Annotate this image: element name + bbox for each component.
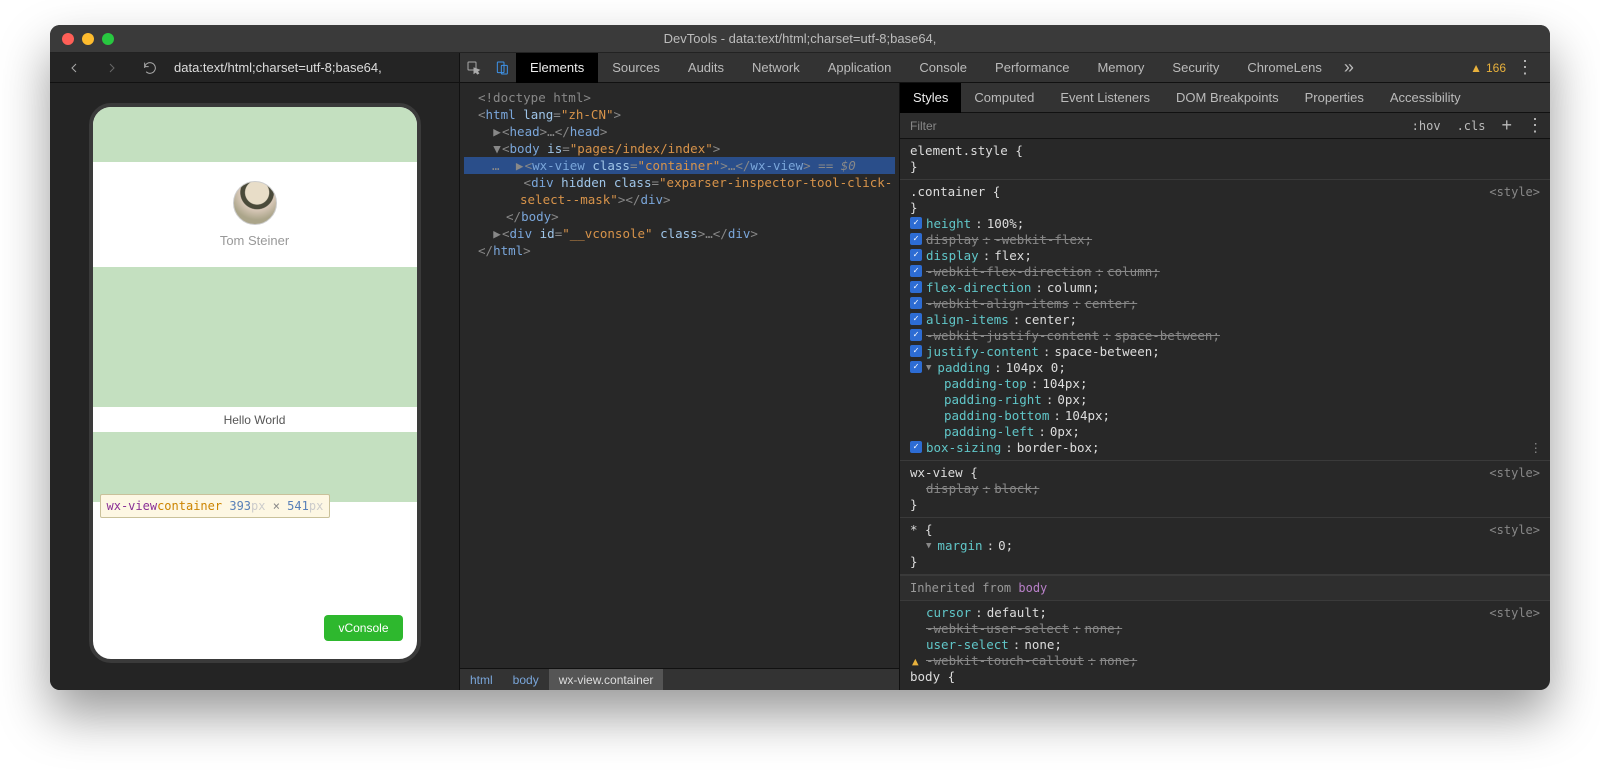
css-property[interactable]: justify-content: space-between; <box>910 344 1540 360</box>
toggle-checkbox[interactable] <box>910 441 922 453</box>
css-property[interactable]: display: flex; <box>910 248 1540 264</box>
toggle-checkbox[interactable] <box>910 361 922 373</box>
css-property[interactable]: height: 100%; <box>910 216 1540 232</box>
tab-chromelens[interactable]: ChromeLens <box>1233 53 1335 83</box>
tab-performance[interactable]: Performance <box>981 53 1083 83</box>
inspect-icon[interactable] <box>460 54 488 82</box>
css-property[interactable]: -webkit-flex-direction: column; <box>910 264 1540 280</box>
reload-icon[interactable] <box>136 54 164 82</box>
crumb-html[interactable]: html <box>460 669 503 691</box>
url-text[interactable]: data:text/html;charset=utf-8;base64, <box>174 60 382 75</box>
tab-network[interactable]: Network <box>738 53 814 83</box>
tab-security[interactable]: Security <box>1158 53 1233 83</box>
toggle-checkbox[interactable] <box>910 345 922 357</box>
main-tab-bar: Elements Sources Audits Network Applicat… <box>460 53 1550 83</box>
hov-button[interactable]: :hov <box>1404 119 1449 133</box>
css-property[interactable]: cursor: default; <box>910 605 1540 621</box>
crumb-wxview[interactable]: wx-view.container <box>549 669 664 691</box>
subtab-styles[interactable]: Styles <box>900 83 961 113</box>
css-property[interactable]: padding-bottom: 104px; <box>910 408 1540 424</box>
inherited-header: Inherited from body <box>900 575 1550 601</box>
titlebar: DevTools - data:text/html;charset=utf-8;… <box>50 25 1550 53</box>
more-menu-icon[interactable]: ⋮ <box>1506 57 1544 78</box>
css-property[interactable]: flex-direction: column; <box>910 280 1540 296</box>
toggle-checkbox[interactable] <box>910 265 922 277</box>
crumb-body[interactable]: body <box>503 669 549 691</box>
breadcrumb: html body wx-view.container <box>460 668 899 690</box>
warnings-count[interactable]: ▲ 166 <box>1470 61 1506 75</box>
toggle-checkbox[interactable] <box>910 217 922 229</box>
new-rule-icon[interactable]: + <box>1493 115 1520 136</box>
tab-audits[interactable]: Audits <box>674 53 738 83</box>
url-bar: data:text/html;charset=utf-8;base64, <box>50 53 459 83</box>
css-property[interactable]: padding-left: 0px; <box>910 424 1540 440</box>
subtab-a11y[interactable]: Accessibility <box>1377 83 1474 113</box>
css-property[interactable]: display: -webkit-flex; <box>910 232 1540 248</box>
css-property[interactable]: padding-right: 0px; <box>910 392 1540 408</box>
toggle-checkbox[interactable] <box>910 281 922 293</box>
css-property[interactable]: ▲-webkit-touch-callout: none; <box>910 653 1540 669</box>
styles-rules[interactable]: element.style { } <style> .container { }… <box>900 139 1550 690</box>
tab-console[interactable]: Console <box>905 53 981 83</box>
css-property[interactable]: user-select: none; <box>910 637 1540 653</box>
tab-memory[interactable]: Memory <box>1083 53 1158 83</box>
toggle-checkbox[interactable] <box>910 297 922 309</box>
username-label: Tom Steiner <box>220 233 289 248</box>
forward-icon[interactable] <box>98 54 126 82</box>
device-toggle-icon[interactable] <box>488 54 516 82</box>
hello-label: Hello World <box>93 407 417 432</box>
filter-input[interactable]: Filter <box>900 119 1404 133</box>
tabs-overflow-icon[interactable]: » <box>1336 57 1362 78</box>
dom-selected-node[interactable]: … ▶<wx-view class="container">…</wx-view… <box>464 157 895 174</box>
devtools-window: DevTools - data:text/html;charset=utf-8;… <box>50 25 1550 690</box>
window-title: DevTools - data:text/html;charset=utf-8;… <box>50 31 1550 46</box>
tab-application[interactable]: Application <box>814 53 906 83</box>
css-property[interactable]: padding-top: 104px; <box>910 376 1540 392</box>
css-property[interactable]: -webkit-user-select: none; <box>910 621 1540 637</box>
css-property[interactable]: box-sizing: border-box; <box>910 440 1540 456</box>
toggle-checkbox[interactable] <box>910 313 922 325</box>
vconsole-button[interactable]: vConsole <box>324 615 402 641</box>
styles-pane: Styles Computed Event Listeners DOM Brea… <box>900 83 1550 690</box>
avatar <box>233 181 277 225</box>
subtab-computed[interactable]: Computed <box>961 83 1047 113</box>
back-icon[interactable] <box>60 54 88 82</box>
subtab-props[interactable]: Properties <box>1292 83 1377 113</box>
css-property[interactable]: ▼margin: 0; <box>910 538 1540 554</box>
css-property[interactable]: display: block; <box>910 481 1540 497</box>
tab-elements[interactable]: Elements <box>516 53 598 83</box>
css-property[interactable]: -webkit-justify-content: space-between; <box>910 328 1540 344</box>
toggle-checkbox[interactable] <box>910 249 922 261</box>
tab-sources[interactable]: Sources <box>598 53 674 83</box>
preview-pane: data:text/html;charset=utf-8;base64, Tom… <box>50 53 460 690</box>
styles-tabs: Styles Computed Event Listeners DOM Brea… <box>900 83 1550 113</box>
styles-more-icon[interactable]: ⋮ <box>1520 115 1550 136</box>
css-property[interactable]: -webkit-align-items: center; <box>910 296 1540 312</box>
subtab-dombp[interactable]: DOM Breakpoints <box>1163 83 1292 113</box>
toggle-checkbox[interactable] <box>910 329 922 341</box>
css-property[interactable]: ▼padding: 104px 0; <box>910 360 1540 376</box>
subtab-listeners[interactable]: Event Listeners <box>1047 83 1163 113</box>
toggle-checkbox[interactable] <box>910 233 922 245</box>
inspector-tooltip: wx-viewcontainer 393px × 541px <box>100 494 331 518</box>
cls-button[interactable]: .cls <box>1449 119 1494 133</box>
dom-tree[interactable]: <!doctype html> <html lang="zh-CN"> ▶<he… <box>460 83 899 668</box>
css-property[interactable]: align-items: center; <box>910 312 1540 328</box>
device-simulator: Tom Steiner Hello World wx-viewcontainer… <box>89 103 421 663</box>
